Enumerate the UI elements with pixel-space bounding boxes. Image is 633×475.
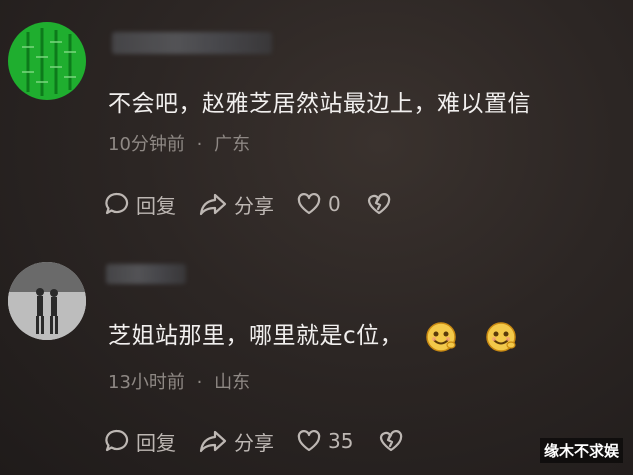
- comment-meta: 10分钟前 · 广东: [108, 130, 250, 156]
- share-icon: [199, 430, 227, 453]
- avatar-image: [8, 262, 86, 340]
- comment-text-content: 芝姐站那里，哪里就是c位，: [108, 323, 404, 349]
- heart-icon: [297, 193, 321, 215]
- comment-time: 10分钟前: [108, 134, 185, 155]
- broken-heart-icon: [380, 430, 403, 452]
- share-button[interactable]: 分享: [198, 190, 274, 219]
- meta-separator: ·: [196, 134, 203, 155]
- comment-actions: 回复 分享 0: [104, 188, 421, 220]
- grinning-emoji-icon: [486, 321, 516, 352]
- like-count: 35: [328, 429, 354, 453]
- comment-text: 芝姐站那里，哪里就是c位，: [108, 316, 517, 353]
- like-button[interactable]: 0: [296, 192, 341, 216]
- reply-icon: [105, 192, 129, 215]
- username-blurred[interactable]: [106, 264, 186, 284]
- share-label: 分享: [234, 193, 274, 218]
- heart-icon: [297, 430, 321, 452]
- like-button[interactable]: 35: [296, 429, 353, 453]
- watermark: 缘木不求娱: [539, 438, 623, 463]
- reply-label: 回复: [136, 430, 176, 455]
- user-avatar[interactable]: [8, 262, 86, 340]
- avatar-image: [8, 22, 86, 100]
- share-button[interactable]: 分享: [198, 427, 274, 456]
- share-label: 分享: [234, 430, 274, 455]
- dislike-button[interactable]: [365, 192, 399, 216]
- comment-meta: 13小时前 · 山东: [108, 368, 250, 394]
- dislike-button[interactable]: [377, 429, 411, 453]
- reply-label: 回复: [136, 193, 176, 218]
- comment-time: 13小时前: [108, 372, 185, 393]
- comment-text: 不会吧，赵雅芝居然站最边上，难以置信: [108, 91, 531, 117]
- comment-location: 山东: [214, 372, 251, 393]
- reply-button[interactable]: 回复: [104, 190, 176, 219]
- broken-heart-icon: [367, 193, 390, 215]
- reply-button[interactable]: 回复: [104, 427, 176, 456]
- username-blurred[interactable]: [112, 32, 272, 54]
- comment-actions: 回复 分享 35: [104, 425, 433, 457]
- like-count: 0: [328, 192, 341, 216]
- reply-icon: [105, 429, 129, 452]
- share-icon: [199, 193, 227, 216]
- grinning-emoji-icon: [426, 321, 456, 352]
- meta-separator: ·: [196, 372, 203, 393]
- comment-location: 广东: [214, 134, 251, 155]
- user-avatar[interactable]: [8, 22, 86, 100]
